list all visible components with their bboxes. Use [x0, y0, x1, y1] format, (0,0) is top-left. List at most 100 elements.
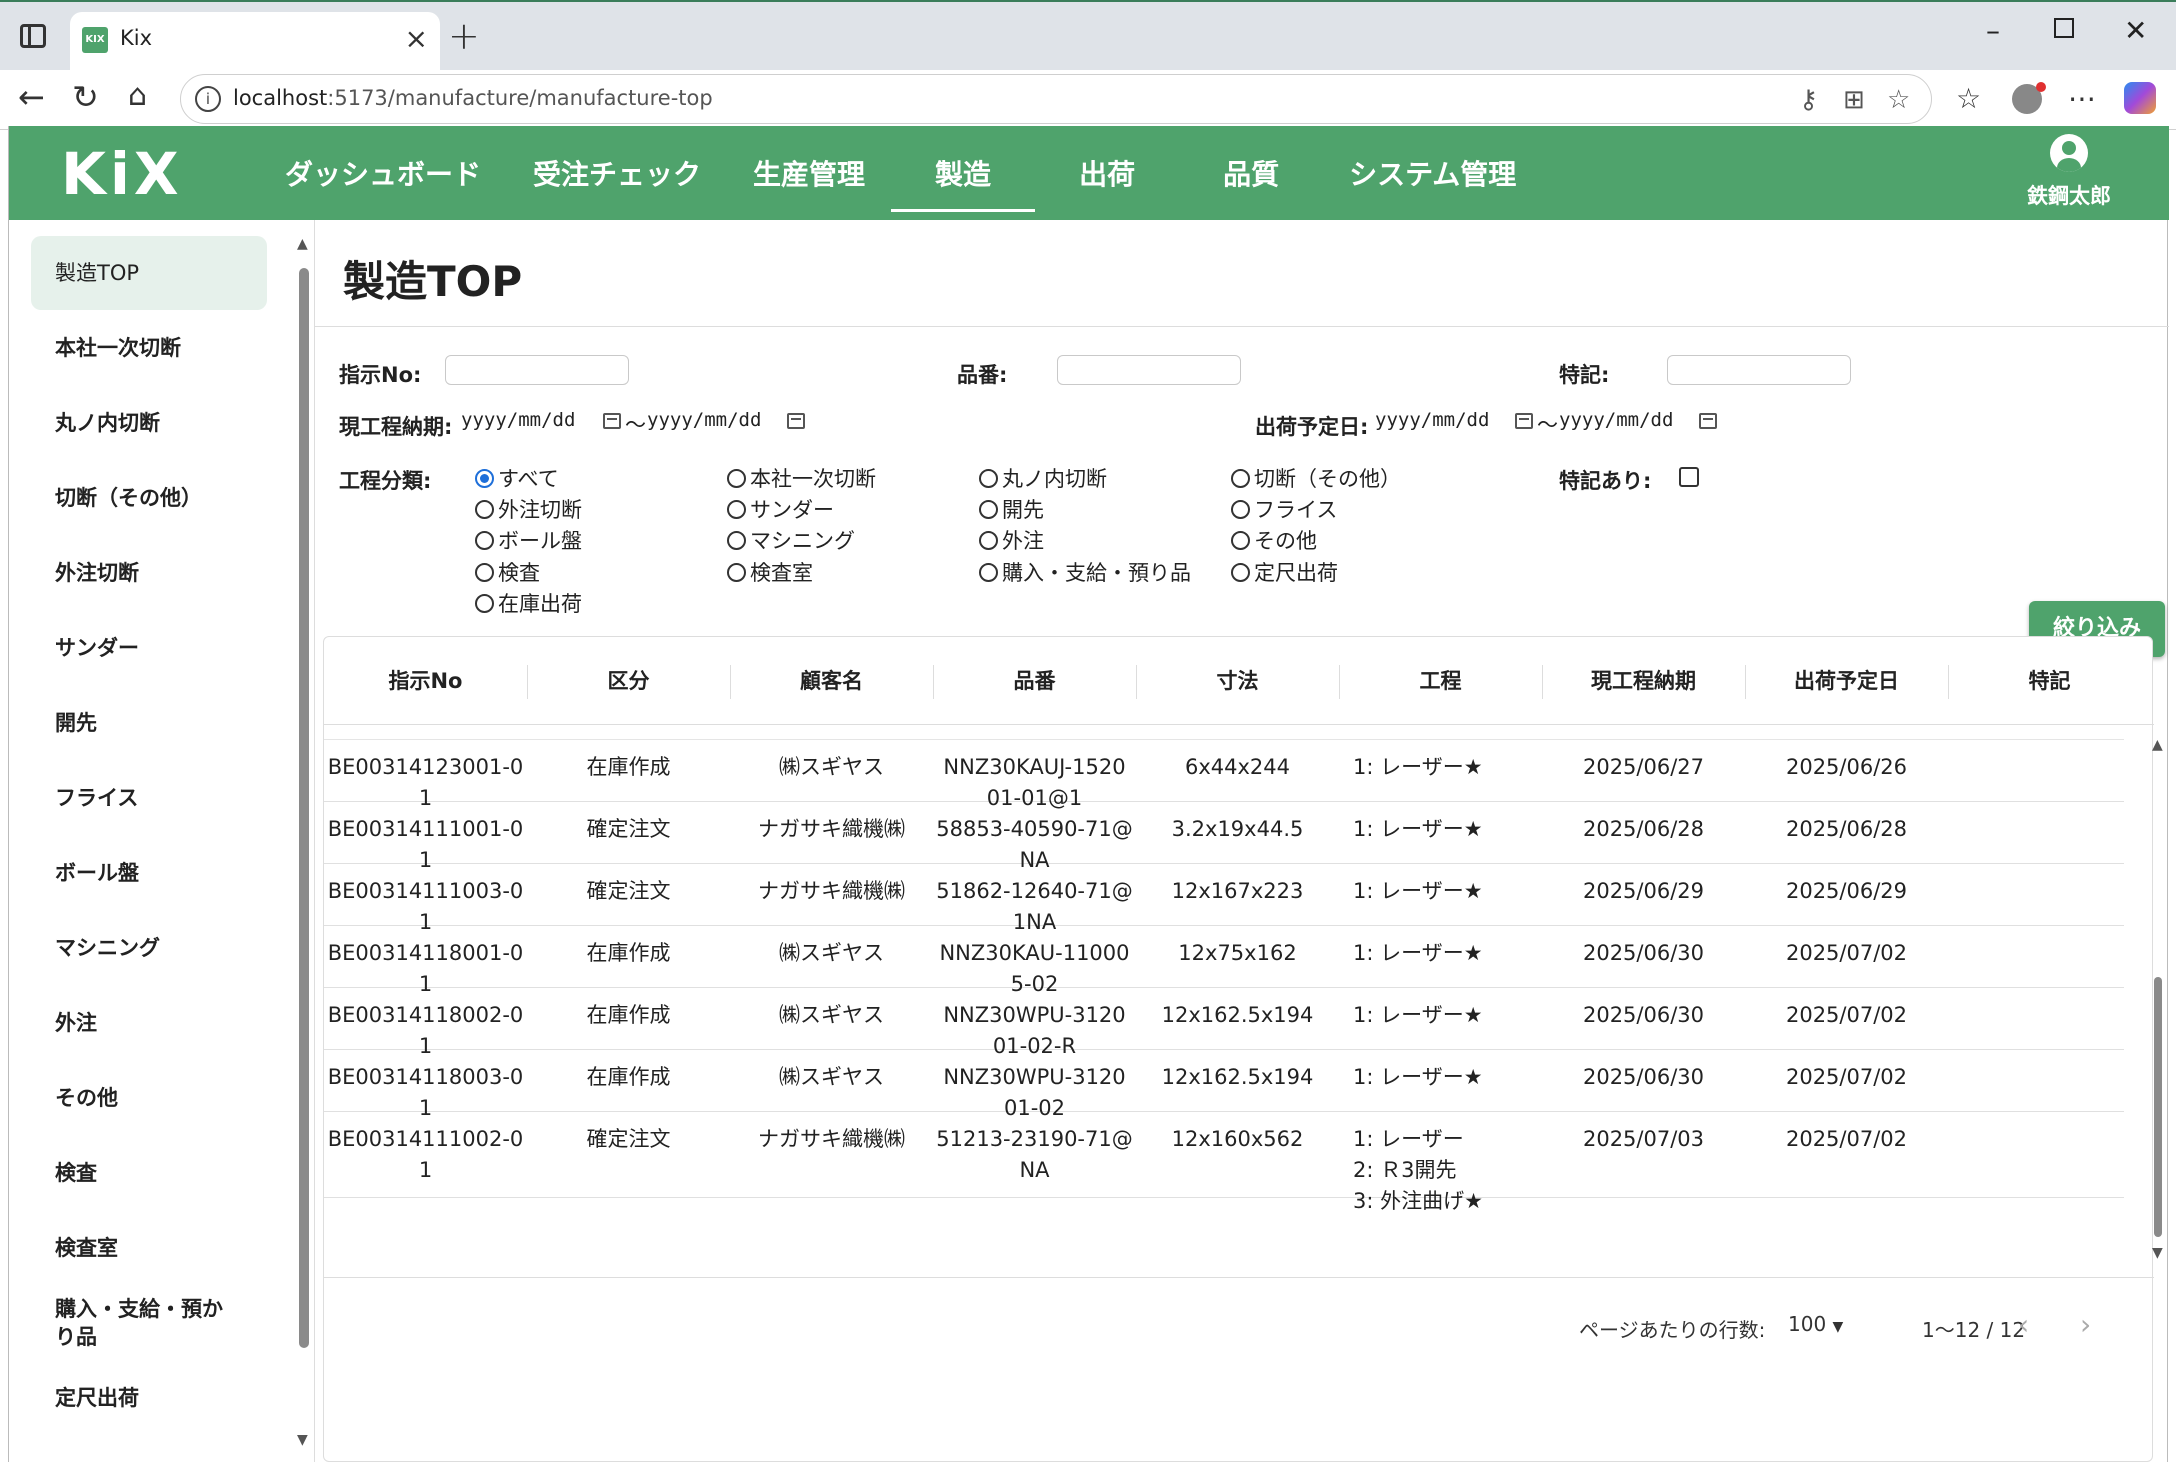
rows-per-page-select[interactable]: 100 ▼ — [1788, 1312, 1843, 1336]
nav-quality[interactable]: 品質 — [1179, 126, 1323, 220]
col-customer[interactable]: 顧客名 — [730, 637, 933, 725]
reload-icon[interactable]: ↻ — [72, 78, 99, 116]
radio-inspection[interactable]: 検査 — [475, 557, 540, 587]
due-from-input[interactable]: yyyy/mm/dd — [461, 405, 621, 435]
col-due[interactable]: 現工程納期 — [1542, 637, 1745, 725]
col-note[interactable]: 特記 — [1948, 637, 2151, 725]
calendar-icon[interactable] — [787, 413, 805, 429]
table-row[interactable]: BE00314118003-0 1 在庫作成 ㈱スギヤス NNZ30WPU-3120 … — [324, 1050, 2124, 1120]
calendar-icon[interactable] — [603, 413, 621, 429]
ship-to-input[interactable]: yyyy/mm/dd — [1559, 405, 1719, 435]
calendar-icon[interactable] — [1699, 413, 1717, 429]
radio-purchase[interactable]: 購入・支給・預り品 — [979, 557, 1191, 587]
home-icon[interactable]: ⌂ — [128, 78, 147, 113]
app-install-icon[interactable]: ⊞ — [1843, 85, 1865, 115]
sidebar-item-drill[interactable]: ボール盤 — [31, 836, 267, 910]
radio-outsource-cut[interactable]: 外注切断 — [475, 494, 582, 524]
table-row[interactable]: BE00314111001-0 1 確定注文 ナガサキ織機㈱ 58853-40590-… — [324, 802, 2124, 872]
sidebar-item-other[interactable]: その他 — [31, 1061, 267, 1135]
user-menu[interactable]: 鉄鋼太郎 — [2009, 134, 2129, 210]
table-row[interactable]: BE00314111003-0 1 確定注文 ナガサキ織機㈱ 51862-12640-… — [324, 864, 2124, 934]
table-scroll-thumb[interactable] — [2154, 977, 2162, 1237]
scroll-down-icon[interactable]: ▼ — [297, 1432, 308, 1448]
radio-honsha-cut[interactable]: 本社一次切断 — [727, 463, 876, 493]
maximize-icon[interactable] — [2054, 18, 2074, 38]
radio-outsource[interactable]: 外注 — [979, 525, 1044, 555]
favorites-icon[interactable]: ☆ — [1956, 82, 1981, 115]
minimize-icon[interactable]: – — [1986, 14, 2000, 47]
table-row[interactable]: BE00314118001-0 1 在庫作成 ㈱スギヤス NNZ30KAU-11000… — [324, 926, 2124, 996]
nav-system[interactable]: システム管理 — [1323, 126, 1542, 220]
tab-close-icon[interactable]: × — [405, 22, 428, 55]
col-process[interactable]: 工程 — [1339, 637, 1542, 725]
radio-inspection-room[interactable]: 検査室 — [727, 557, 813, 587]
browser-tab[interactable]: KIX Kix × — [70, 12, 440, 72]
table-row[interactable]: BE00314111002-0 1 確定注文 ナガサキ織機㈱ 51213-23190-… — [324, 1112, 2124, 1213]
radio-marunouchi-cut[interactable]: 丸ノ内切断 — [979, 463, 1107, 493]
ship-from-input[interactable]: yyyy/mm/dd — [1375, 405, 1535, 435]
sidebar-item-purchase[interactable]: 購入・支給・預かり品 — [31, 1286, 231, 1360]
radio-milling[interactable]: フライス — [1231, 494, 1337, 524]
order-no-input[interactable] — [445, 355, 629, 385]
radio-bevel[interactable]: 開先 — [979, 494, 1044, 524]
scroll-down-icon[interactable]: ▼ — [2152, 1245, 2163, 1261]
sidebar-item-milling[interactable]: フライス — [31, 761, 267, 835]
profile-icon[interactable] — [2012, 82, 2046, 114]
table-row[interactable]: BE00314118002-0 1 在庫作成 ㈱スギヤス NNZ30WPU-3120 … — [324, 988, 2124, 1058]
sidebar-item-marunouchi-cut[interactable]: 丸ノ内切断 — [31, 386, 267, 460]
radio-stock-ship[interactable]: 在庫出荷 — [475, 588, 582, 618]
sidebar-item-outsource-cut[interactable]: 外注切断 — [31, 536, 267, 610]
more-icon[interactable]: ⋯ — [2068, 82, 2096, 115]
note-input[interactable] — [1667, 355, 1851, 385]
sidebar-item-outsource[interactable]: 外注 — [31, 986, 267, 1060]
prev-page-icon[interactable]: ‹ — [2018, 1308, 2029, 1341]
col-part-no[interactable]: 品番 — [933, 637, 1136, 725]
site-info-icon[interactable]: i — [195, 86, 221, 112]
table-row[interactable]: BE00314123001-0 1 在庫作成 ㈱スギヤス NNZ30KAUJ-1520… — [324, 740, 2124, 810]
logo[interactable]: KiX — [61, 140, 183, 208]
col-size[interactable]: 寸法 — [1136, 637, 1339, 725]
due-to-input[interactable]: yyyy/mm/dd — [647, 405, 807, 435]
next-page-icon[interactable]: › — [2080, 1308, 2091, 1341]
copilot-icon[interactable] — [2124, 82, 2156, 114]
address-bar[interactable]: i localhost:5173/manufacture/manufacture… — [180, 74, 1932, 124]
new-tab-icon[interactable]: + — [448, 14, 480, 58]
nav-dashboard[interactable]: ダッシュボード — [259, 126, 507, 220]
note-checkbox[interactable] — [1679, 467, 1699, 487]
sidebar-item-sander[interactable]: サンダー — [31, 611, 267, 685]
calendar-icon[interactable] — [1515, 413, 1533, 429]
col-ship-date[interactable]: 出荷予定日 — [1745, 637, 1948, 725]
favorite-star-icon[interactable]: ☆ — [1887, 85, 1910, 115]
tab-actions-icon[interactable] — [20, 24, 46, 48]
radio-sander[interactable]: サンダー — [727, 494, 834, 524]
nav-order-check[interactable]: 受注チェック — [507, 126, 727, 220]
sidebar-item-inspection-room[interactable]: 検査室 — [31, 1211, 267, 1285]
scroll-up-icon[interactable]: ▲ — [297, 236, 308, 252]
col-category[interactable]: 区分 — [527, 637, 730, 725]
radio-drill[interactable]: ボール盤 — [475, 525, 582, 555]
radio-other[interactable]: その他 — [1231, 525, 1317, 555]
radio-all[interactable]: すべて — [475, 463, 559, 493]
sidebar-item-top[interactable]: 製造TOP — [31, 236, 267, 310]
scroll-up-icon[interactable]: ▲ — [2152, 737, 2163, 753]
radio-fixed-ship[interactable]: 定尺出荷 — [1231, 557, 1338, 587]
key-icon[interactable]: ⚷ — [1799, 85, 1818, 115]
sidebar-item-fixed-ship[interactable]: 定尺出荷 — [31, 1361, 267, 1435]
sidebar-item-machining[interactable]: マシニング — [31, 911, 267, 985]
radio-machining[interactable]: マシニング — [727, 525, 855, 555]
sidebar-scrollbar[interactable]: ▲ ▼ — [295, 236, 311, 1458]
nav-manufacture[interactable]: 製造 — [891, 126, 1036, 220]
table-scrollbar[interactable]: ▲ ▼ — [2150, 737, 2166, 1267]
col-order-no[interactable]: 指示No — [324, 637, 527, 725]
sidebar-item-bevel[interactable]: 開先 — [31, 686, 267, 760]
sidebar-scroll-thumb[interactable] — [299, 268, 309, 1348]
nav-shipping[interactable]: 出荷 — [1035, 126, 1179, 220]
nav-production[interactable]: 生産管理 — [727, 126, 891, 220]
radio-cut-other[interactable]: 切断（その他） — [1231, 463, 1401, 493]
sidebar-item-inspection[interactable]: 検査 — [31, 1136, 267, 1210]
sidebar-item-honsha-cut[interactable]: 本社一次切断 — [31, 311, 267, 385]
part-no-input[interactable] — [1057, 355, 1241, 385]
window-close-icon[interactable]: ✕ — [2124, 14, 2147, 47]
back-icon[interactable]: ← — [18, 78, 45, 116]
sidebar-item-cut-other[interactable]: 切断（その他） — [31, 461, 267, 535]
